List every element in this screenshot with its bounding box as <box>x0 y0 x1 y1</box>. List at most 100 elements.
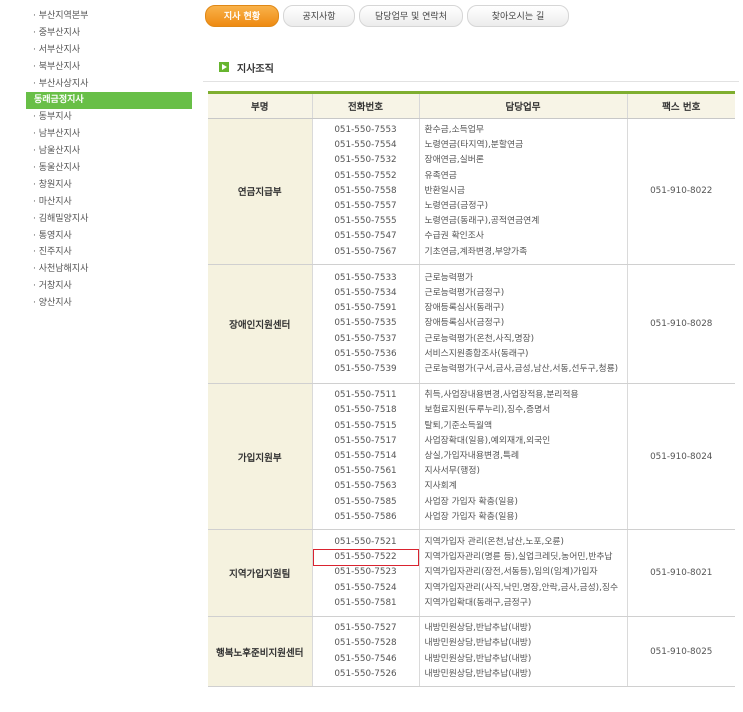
tab-branch-status[interactable]: 지사 현황 <box>205 5 279 27</box>
phone-number[interactable]: 051-550-7563 <box>314 479 418 494</box>
fax-cell: 051-910-8028 <box>626 264 735 385</box>
phone-number[interactable]: 051-550-7554 <box>314 138 418 153</box>
sidebar-item[interactable]: · 양산지사 <box>0 295 192 312</box>
sidebar-item[interactable]: · 중부산지사 <box>0 25 192 42</box>
phone-number[interactable]: 051-550-7528 <box>314 636 418 651</box>
fax-cell: 051-910-8024 <box>626 383 735 531</box>
tab-bar: 지사 현황 공지사항 담당업무 및 연락처 찾아오시는 길 <box>205 5 569 31</box>
section-title: 지사조직 <box>237 64 274 75</box>
sidebar-item[interactable]: · 통영지사 <box>0 228 192 245</box>
sidebar-item[interactable]: · 창원지사 <box>0 177 192 194</box>
section-header: 지사조직 <box>203 55 739 82</box>
phone-number[interactable]: 051-550-7533 <box>314 271 418 286</box>
duty-item: 내방민원상담,반납추납(내방) <box>424 623 532 634</box>
fax-cell: 051-910-8021 <box>626 529 735 618</box>
phone-number[interactable]: 051-550-7546 <box>314 652 418 667</box>
duty-item: 사업장 가입자 확충(일용) <box>424 496 518 507</box>
phone-number[interactable]: 051-550-7557 <box>314 199 418 214</box>
sidebar-item[interactable]: · 동부지사 <box>0 109 192 126</box>
phone-number[interactable]: 051-550-7514 <box>314 449 418 464</box>
phone-number[interactable]: 051-550-7521 <box>314 535 418 550</box>
duty-item: 사업장 가입자 확충(일용) <box>424 511 518 522</box>
phone-number[interactable]: 051-550-7539 <box>314 362 418 377</box>
sidebar-item[interactable]: · 진주지사 <box>0 244 192 261</box>
duty-item: 노령연금(타지역),분할연금 <box>424 140 524 151</box>
duty-item: 장애등록심사(금정구) <box>424 318 505 329</box>
phone-number[interactable]: 051-550-7515 <box>314 419 418 434</box>
sidebar-item[interactable]: · 북부산지사 <box>0 59 192 76</box>
duties-cell: 내방민원상담,반납추납(내방) 내방민원상담,반납추납(내방) 내방민원상담,반납추… <box>418 616 627 687</box>
phone-number[interactable]: 051-550-7558 <box>314 184 418 199</box>
phone-number[interactable]: 051-550-7553 <box>314 123 418 138</box>
dept-cell: 지역가입지원팀 <box>208 529 312 618</box>
phone-number[interactable]: 051-550-7586 <box>314 510 418 525</box>
tab-directions[interactable]: 찾아오시는 길 <box>467 5 569 27</box>
phone-number[interactable]: 051-550-7537 <box>314 332 418 347</box>
sidebar-item[interactable]: · 동울산지사 <box>0 160 192 177</box>
table-header-row: 부명 전화번호 담당업무 팩스 번호 <box>208 91 735 119</box>
duty-item: 수급권 확인조사 <box>424 231 484 242</box>
table-row: 가입지원부 051-550-7511 051-550-7518 051-550-751… <box>208 383 735 531</box>
sidebar-item[interactable]: · 남울산지사 <box>0 143 192 160</box>
sidebar-item[interactable]: · 부산사상지사 <box>0 76 192 93</box>
phone-number[interactable]: 051-550-7567 <box>314 245 418 260</box>
phone-cell: 051-550-7527 051-550-7528 051-550-7546 051-… <box>311 616 419 687</box>
phone-number[interactable]: 051-550-7526 <box>314 667 418 682</box>
duty-item: 근로능력평가(금정구) <box>424 288 505 299</box>
duty-item: 유족연금 <box>424 170 457 181</box>
phone-number[interactable]: 051-550-7517 <box>314 434 418 449</box>
phone-number[interactable]: 051-550-7547 <box>314 229 418 244</box>
fax-cell: 051-910-8022 <box>626 118 735 265</box>
duty-item: 지역가입자관리(사직,낙민,명장,안락,금사,금성),징수 <box>424 582 619 593</box>
highlighted-phone-number[interactable]: 051-550-7522 <box>312 549 419 567</box>
phone-number[interactable]: 051-550-7534 <box>314 286 418 301</box>
phone-number[interactable]: 051-550-7591 <box>314 301 418 316</box>
duty-item: 지사회계 <box>424 481 457 492</box>
phone-number[interactable]: 051-550-7532 <box>314 153 418 168</box>
duty-item: 지역가입자 관리(온천,남산,노포,오륜) <box>424 537 564 548</box>
sidebar-item[interactable]: · 남부산지사 <box>0 126 192 143</box>
sidebar-item[interactable]: · 사천남해지사 <box>0 261 192 278</box>
tab-notices[interactable]: 공지사항 <box>283 5 355 27</box>
phone-number[interactable]: 051-550-7581 <box>314 596 418 611</box>
duty-item: 근로능력평가 <box>424 272 474 283</box>
phone-number[interactable]: 051-550-7552 <box>314 169 418 184</box>
duty-item: 기초연금,계좌변경,부양가족 <box>424 246 528 257</box>
duty-item: 내방민원상담,반납추납(내방) <box>424 668 532 679</box>
phone-number[interactable]: 051-550-7536 <box>314 347 418 362</box>
fax-cell: 051-910-8025 <box>626 616 735 687</box>
phone-number[interactable]: 051-550-7535 <box>314 316 418 331</box>
duties-cell: 지역가입자 관리(온천,남산,노포,오륜) 지역가입자관리(명륜 등),실업크레딧… <box>418 529 627 618</box>
phone-number[interactable]: 051-550-7523 <box>314 565 418 580</box>
sidebar: · 부산지역본부 · 중부산지사 · 서부산지사 · 북부산지사 · 부산사상지사 동래금… <box>0 8 192 312</box>
table-row: 지역가입지원팀 051-550-7521 051-550-7522 051-550-7… <box>208 529 735 618</box>
org-table: 부명 전화번호 담당업무 팩스 번호 연금지급부 051-550-7553 051-… <box>208 91 735 687</box>
phone-number[interactable]: 051-550-7561 <box>314 464 418 479</box>
sidebar-item[interactable]: · 김해밀양지사 <box>0 211 192 228</box>
phone-number[interactable]: 051-550-7524 <box>314 581 418 596</box>
duty-item: 사업장확대(일용),예외재개,외국인 <box>424 435 551 446</box>
phone-number[interactable]: 051-550-7527 <box>314 621 418 636</box>
phone-number[interactable]: 051-550-7518 <box>314 403 418 418</box>
duty-item: 보험료지원(두루누리),징수,증명서 <box>424 405 551 416</box>
sidebar-list: · 부산지역본부 · 중부산지사 · 서부산지사 · 북부산지사 · 부산사상지사 동래금… <box>0 8 192 312</box>
duty-item: 장애연금,실버론 <box>424 155 484 166</box>
duties-cell: 취득,사업장내용변경,사업장적용,분리적용 보험료지원(두루누리),징수,증명서 탈… <box>418 383 627 531</box>
sidebar-item[interactable]: · 거창지사 <box>0 278 192 295</box>
sidebar-item[interactable]: · 마산지사 <box>0 194 192 211</box>
dept-cell: 행복노후준비지원센터 <box>208 616 312 687</box>
duty-item: 내방민원상담,반납추납(내방) <box>424 653 532 664</box>
sidebar-item[interactable]: 동래금정지사 <box>26 92 192 110</box>
header-dept: 부명 <box>208 91 312 119</box>
phone-number[interactable]: 051-550-7555 <box>314 214 418 229</box>
duty-item: 근로능력평가(온천,사직,명장) <box>424 333 535 344</box>
table-row: 장애인지원센터 051-550-7533 051-550-7534 051-550-7… <box>208 264 735 385</box>
header-fax: 팩스 번호 <box>626 91 735 119</box>
sidebar-item[interactable]: · 서부산지사 <box>0 42 192 59</box>
sidebar-item[interactable]: · 부산지역본부 <box>0 8 192 25</box>
tab-duties-contacts[interactable]: 담당업무 및 연락처 <box>359 5 463 27</box>
phone-number[interactable]: 051-550-7511 <box>314 388 418 403</box>
header-phone: 전화번호 <box>311 91 419 119</box>
duty-item: 취득,사업장내용변경,사업장적용,분리적용 <box>424 390 579 401</box>
phone-number[interactable]: 051-550-7585 <box>314 495 418 510</box>
